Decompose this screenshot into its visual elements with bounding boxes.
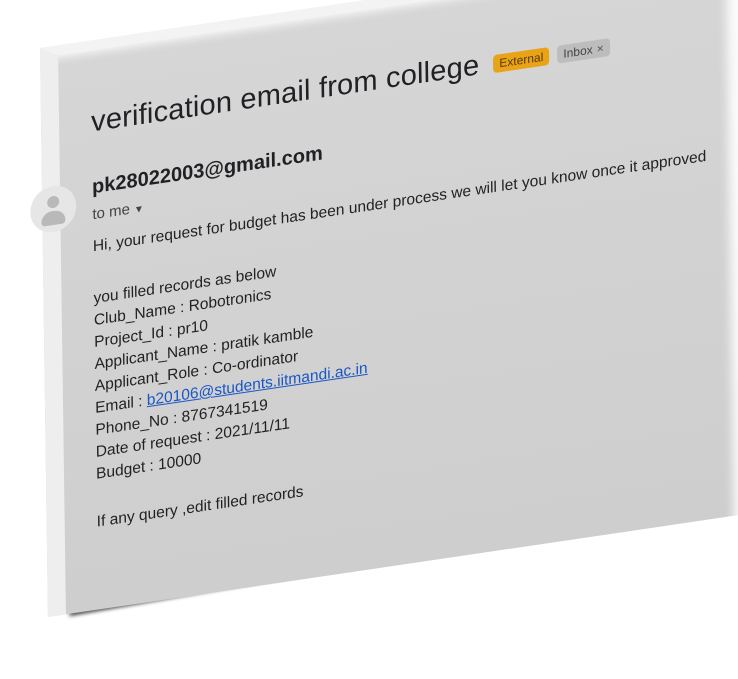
chevron-down-icon[interactable]: ▼ bbox=[134, 204, 144, 216]
external-label-badge: External bbox=[493, 46, 550, 73]
avatar-body bbox=[41, 209, 66, 227]
email-card: verification email from college External… bbox=[29, 0, 738, 617]
inbox-label-badge[interactable]: Inbox × bbox=[557, 37, 610, 64]
inbox-label-text: Inbox bbox=[563, 42, 593, 61]
avatar-head bbox=[47, 195, 60, 209]
screenshot-stage: verification email from college External… bbox=[0, 0, 738, 679]
remove-label-icon[interactable]: × bbox=[597, 40, 604, 55]
